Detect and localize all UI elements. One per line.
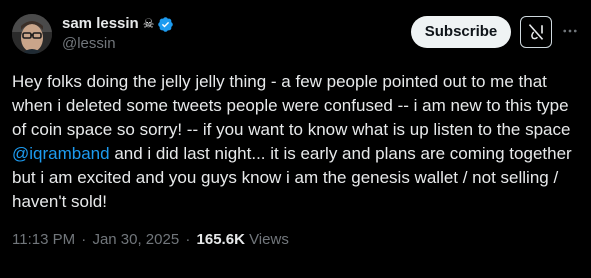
views-label: Views xyxy=(249,231,289,248)
tweet-text-part-1: Hey folks doing the jelly jelly thing - … xyxy=(12,72,571,139)
tweet-time[interactable]: 11:13 PM xyxy=(12,231,75,248)
handle[interactable]: @lessin xyxy=(62,34,174,54)
subscribe-button[interactable]: Subscribe xyxy=(411,16,511,48)
separator-dot: · xyxy=(77,231,91,248)
verified-badge-icon[interactable] xyxy=(157,16,174,33)
more-options-button[interactable] xyxy=(561,22,579,40)
mention-link[interactable]: @iqramband xyxy=(12,144,110,163)
tweet-date[interactable]: Jan 30, 2025 xyxy=(92,231,179,248)
grok-button[interactable] xyxy=(520,16,552,48)
skull-emoji-icon: ☠ xyxy=(142,16,155,31)
grok-icon xyxy=(528,24,544,40)
display-name[interactable]: sam lessin xyxy=(62,14,139,34)
avatar-image xyxy=(12,14,52,54)
name-row: sam lessin ☠ xyxy=(62,14,174,34)
separator-dot: · xyxy=(181,231,195,248)
more-icon xyxy=(563,29,577,33)
tweet-meta: 11:13 PM · Jan 30, 2025 · 165.6K Views xyxy=(12,230,289,250)
author-info: sam lessin ☠ @lessin xyxy=(62,14,174,54)
tweet-text: Hey folks doing the jelly jelly thing - … xyxy=(12,70,582,214)
tweet: sam lessin ☠ @lessin Subscribe Hey folks… xyxy=(0,0,591,278)
views-count: 165.6K xyxy=(196,231,245,248)
avatar[interactable] xyxy=(12,14,52,54)
